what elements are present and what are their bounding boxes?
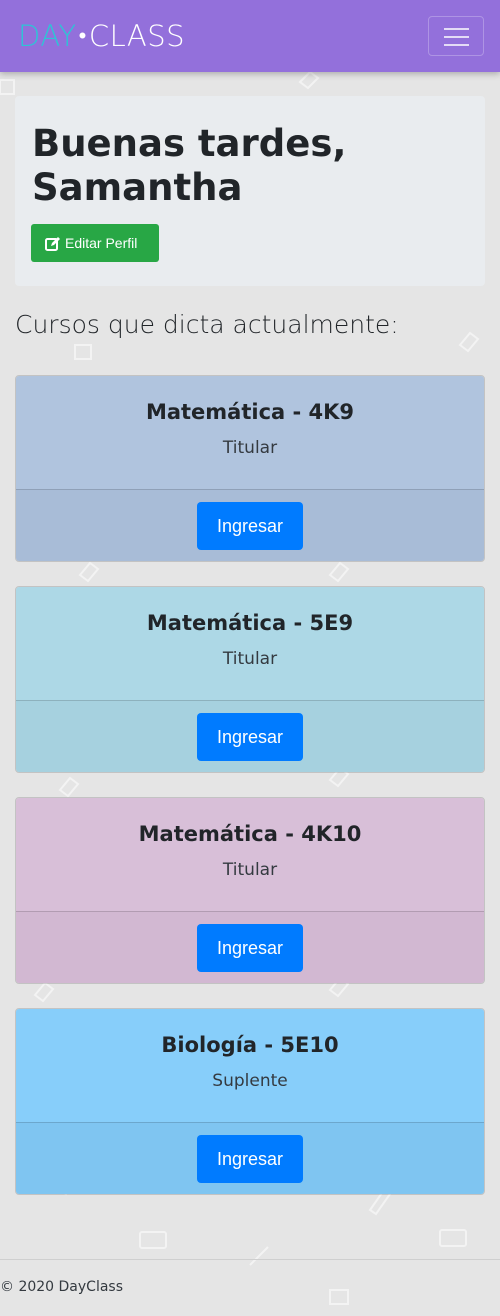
course-card: Matemática - 4K10 Titular Ingresar xyxy=(15,797,485,984)
course-card-footer: Ingresar xyxy=(16,700,484,772)
enter-course-button[interactable]: Ingresar xyxy=(197,502,303,550)
course-card: Matemática - 4K9 Titular Ingresar xyxy=(15,375,485,562)
edit-profile-button[interactable]: Editar Perfil xyxy=(31,224,159,262)
greeting-title: Buenas tardes, Samantha xyxy=(32,122,347,209)
course-card-body: Matemática - 5E9 Titular xyxy=(16,587,484,700)
course-role: Titular xyxy=(222,438,278,458)
course-role: Titular xyxy=(222,649,278,669)
course-card-footer: Ingresar xyxy=(16,489,484,561)
course-card-footer: Ingresar xyxy=(16,1122,484,1194)
brand-text-class: CLASS xyxy=(88,19,186,53)
course-name: Biología - 5E10 xyxy=(161,1033,339,1057)
greeting-panel: Buenas tardes, Samantha Editar Perfil xyxy=(15,96,485,286)
edit-icon xyxy=(45,237,60,252)
hamburger-icon-line xyxy=(444,36,469,38)
brand-dot: • xyxy=(78,24,87,49)
course-card-body: Biología - 5E10 Suplente xyxy=(16,1009,484,1122)
enter-course-button[interactable]: Ingresar xyxy=(197,924,303,972)
footer-copyright: © 2020 DayClass xyxy=(0,1279,124,1295)
enter-course-button[interactable]: Ingresar xyxy=(197,713,303,761)
brand-logo[interactable]: DAY•CLASS xyxy=(18,17,185,56)
course-role: Suplente xyxy=(212,1071,288,1091)
course-role: Titular xyxy=(222,860,278,880)
top-navbar: DAY•CLASS xyxy=(0,0,500,72)
hamburger-icon-line xyxy=(444,44,469,46)
courses-heading: Cursos que dicta actualmente: xyxy=(15,310,399,339)
course-name: Matemática - 4K10 xyxy=(138,822,362,846)
course-card: Matemática - 5E9 Titular Ingresar xyxy=(15,586,485,773)
edit-profile-label: Editar Perfil xyxy=(65,235,138,251)
course-card-body: Matemática - 4K10 Titular xyxy=(16,798,484,911)
course-name: Matemática - 5E9 xyxy=(146,611,354,635)
course-card: Biología - 5E10 Suplente Ingresar xyxy=(15,1008,485,1195)
course-card-body: Matemática - 4K9 Titular xyxy=(16,376,484,489)
enter-course-button[interactable]: Ingresar xyxy=(197,1135,303,1183)
course-name: Matemática - 4K9 xyxy=(145,400,355,424)
navbar-toggle-button[interactable] xyxy=(428,16,484,56)
hamburger-icon xyxy=(444,28,469,30)
footer-divider xyxy=(0,1259,500,1260)
brand-text-day: DAY xyxy=(18,19,77,53)
course-card-footer: Ingresar xyxy=(16,911,484,983)
